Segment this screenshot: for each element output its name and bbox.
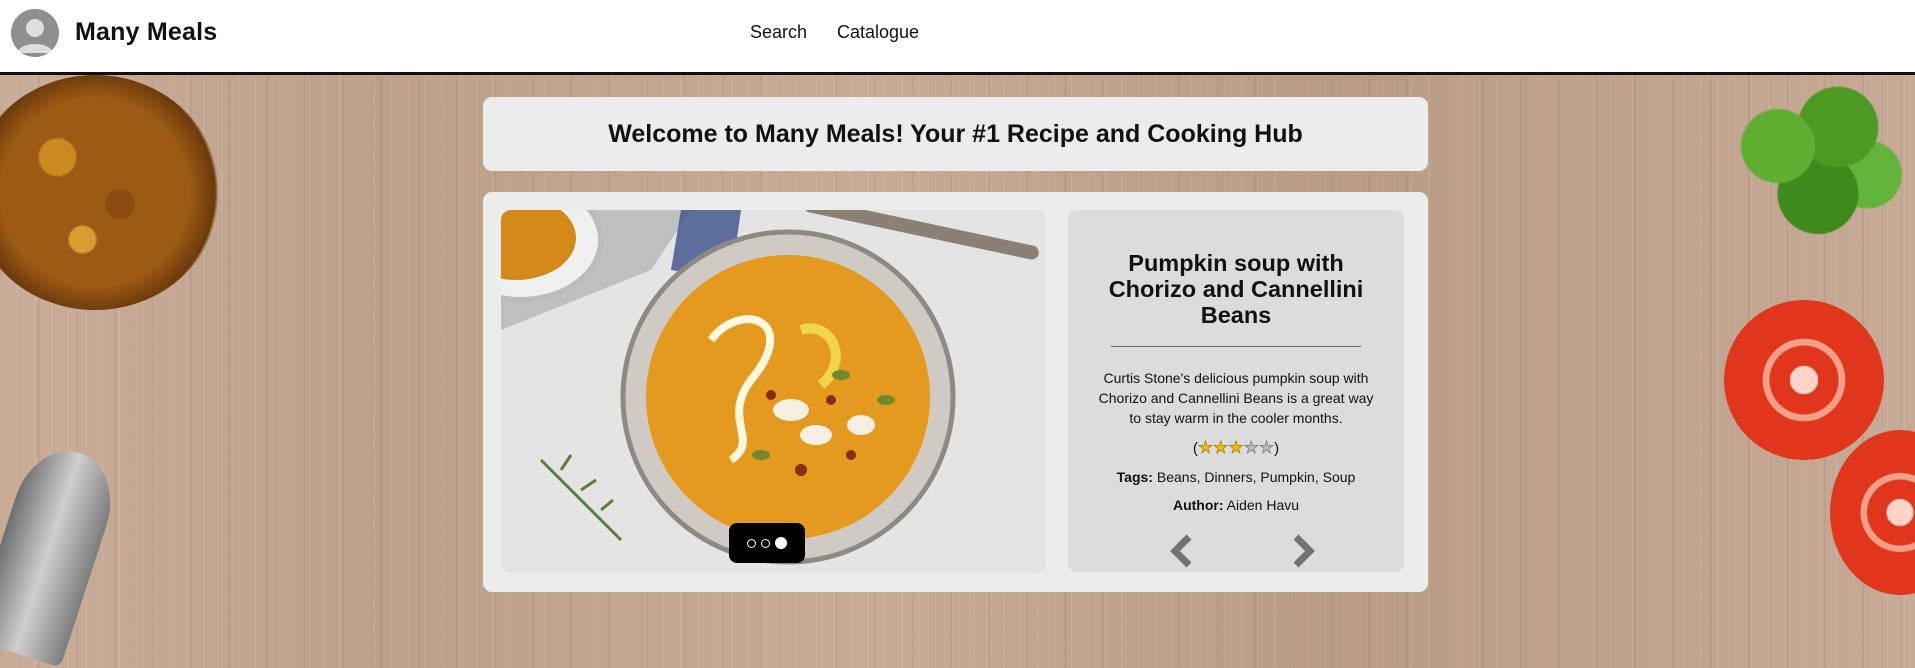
spice-pile-image: [0, 75, 220, 310]
nav-search-link[interactable]: Search: [750, 22, 807, 43]
carousel-dot-1[interactable]: [747, 538, 756, 548]
chevron-left-icon: [1170, 534, 1192, 568]
author-value: Aiden Havu: [1226, 497, 1300, 513]
chevron-right-icon: [1293, 534, 1315, 568]
recipe-description: Curtis Stone's delicious pumpkin soup wi…: [1098, 370, 1374, 426]
recipe-rating: ( ★ ★ ★ ★ ★ ): [1068, 438, 1404, 457]
tags-value: Beans, Dinners, Pumpkin, Soup: [1156, 469, 1356, 485]
tomato-slice-image: [1830, 430, 1915, 595]
welcome-banner: Welcome to Many Meals! Your #1 Recipe an…: [483, 97, 1428, 171]
recipe-title[interactable]: Pumpkin soup with Chorizo and Cannellini…: [1090, 250, 1382, 328]
star-icon-filled: ★: [1213, 438, 1229, 457]
next-recipe-button[interactable]: [1286, 533, 1318, 569]
app-title[interactable]: Many Meals: [75, 18, 217, 47]
author-label: Author:: [1172, 497, 1224, 513]
recipe-tags: Tags: Beans, Dinners, Pumpkin, Soup: [1068, 469, 1404, 485]
user-avatar-icon[interactable]: [11, 9, 59, 57]
previous-recipe-button[interactable]: [1169, 533, 1201, 569]
carousel-dot-2[interactable]: [761, 538, 770, 548]
recipe-author: Author: Aiden Havu: [1068, 497, 1404, 513]
carousel-indicator: [729, 523, 805, 563]
tomato-slice-image: [1724, 300, 1884, 460]
star-icon-empty: ★: [1258, 438, 1275, 457]
parsley-image: [1718, 70, 1915, 260]
soup-bowl-illustration: [501, 210, 1046, 573]
carousel-dot-3[interactable]: [775, 537, 787, 549]
tags-label: Tags:: [1116, 469, 1153, 485]
rating-close-paren: ): [1274, 439, 1280, 457]
fish-image: [0, 438, 126, 668]
recipe-info-panel: Pumpkin soup with Chorizo and Cannellini…: [1068, 210, 1404, 572]
star-icon-empty: ★: [1243, 438, 1259, 457]
user-silhouette-icon: [11, 9, 59, 57]
star-icon-filled: ★: [1197, 438, 1214, 457]
nav-catalogue-link[interactable]: Catalogue: [837, 22, 919, 43]
star-icon-filled: ★: [1228, 438, 1244, 457]
top-navigation-bar: Many Meals Search Catalogue: [0, 0, 1915, 75]
featured-recipe-card: Pumpkin soup with Chorizo and Cannellini…: [483, 192, 1428, 592]
recipe-photo[interactable]: [501, 210, 1046, 573]
title-divider: [1111, 346, 1361, 347]
welcome-heading: Welcome to Many Meals! Your #1 Recipe an…: [608, 119, 1303, 148]
